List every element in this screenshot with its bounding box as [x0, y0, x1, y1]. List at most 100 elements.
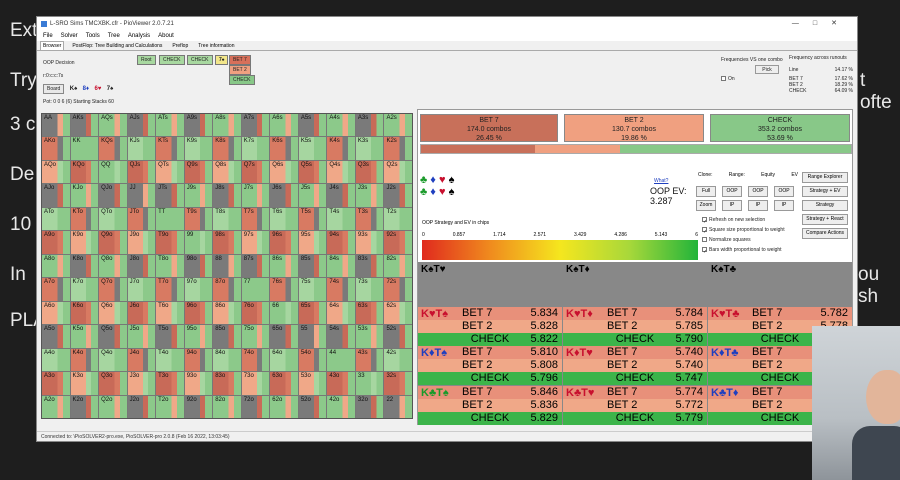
hand-cell[interactable]: 55: [298, 325, 327, 348]
hand-cell[interactable]: K3o: [70, 372, 99, 395]
heart-suit-icon[interactable]: ♥: [439, 186, 446, 198]
range-oop-button[interactable]: OOP: [722, 186, 742, 197]
hand-cell[interactable]: 52o: [298, 395, 327, 418]
hand-cell[interactable]: AJo: [42, 184, 70, 207]
strategy-ev-button[interactable]: Strategy + EV: [802, 186, 848, 197]
hand-cell[interactable]: 54o: [298, 348, 327, 372]
hand-cell[interactable]: Q4o: [99, 348, 127, 372]
hand-cell[interactable]: Q3s: [355, 160, 384, 184]
hand-cell[interactable]: K2s: [384, 137, 412, 160]
hand-cell[interactable]: JTs: [156, 184, 184, 207]
hand-cell[interactable]: J9o: [127, 231, 156, 254]
spade-suit-icon[interactable]: ♠: [449, 186, 455, 198]
hand-cell[interactable]: A6o: [42, 301, 70, 325]
hand-cell[interactable]: Q5s: [298, 160, 327, 184]
hand-cell[interactable]: 97o: [184, 278, 213, 301]
hand-cell[interactable]: 74o: [241, 348, 270, 372]
hand-cell[interactable]: QJo: [99, 184, 127, 207]
hand-cell[interactable]: 92s: [384, 231, 412, 254]
hand-cell[interactable]: J2o: [127, 395, 156, 418]
hand-cell[interactable]: T8o: [156, 254, 184, 278]
hand-cell[interactable]: T2s: [384, 207, 412, 231]
hand-cell[interactable]: 53o: [298, 372, 327, 395]
tab-postflop[interactable]: PostFlop: Tree Building and Calculations: [70, 42, 164, 50]
hand-cell[interactable]: KTs: [156, 137, 184, 160]
hand-cell[interactable]: K9s: [184, 137, 213, 160]
hand-cell[interactable]: A7s: [241, 114, 270, 137]
hand-cell[interactable]: AA: [42, 114, 70, 137]
hand-cell[interactable]: 83o: [213, 372, 241, 395]
strategy-react-button[interactable]: Strategy + React: [802, 214, 848, 225]
hand-cell[interactable]: 95s: [298, 231, 327, 254]
hand-cell[interactable]: J5s: [298, 184, 327, 207]
hand-cell[interactable]: 97s: [241, 231, 270, 254]
hand-cell[interactable]: A3s: [355, 114, 384, 137]
hand-cell[interactable]: KJs: [127, 137, 156, 160]
tab-preflop[interactable]: Preflop: [170, 42, 190, 50]
hand-cell[interactable]: 94s: [327, 231, 355, 254]
hand-cell[interactable]: QTo: [99, 207, 127, 231]
hand-cell[interactable]: A9o: [42, 231, 70, 254]
runout-header[interactable]: K♠T♣: [708, 262, 852, 306]
hand-cell[interactable]: 72s: [384, 278, 412, 301]
hand-cell[interactable]: 94o: [184, 348, 213, 372]
hand-cell[interactable]: T9s: [184, 207, 213, 231]
hand-cell[interactable]: K6s: [270, 137, 298, 160]
hand-cell[interactable]: A8s: [213, 114, 241, 137]
hand-cell[interactable]: 82o: [213, 395, 241, 418]
hand-cell[interactable]: 84o: [213, 348, 241, 372]
hand-cell[interactable]: 93s: [355, 231, 384, 254]
hand-cell[interactable]: 66: [270, 301, 298, 325]
hand-cell[interactable]: 76o: [241, 301, 270, 325]
hand-cell[interactable]: K7s: [241, 137, 270, 160]
hand-cell[interactable]: 65o: [270, 325, 298, 348]
hand-cell[interactable]: K3s: [355, 137, 384, 160]
hand-cell[interactable]: AJs: [127, 114, 156, 137]
hand-cell[interactable]: T3o: [156, 372, 184, 395]
hand-cell[interactable]: 95o: [184, 325, 213, 348]
path-turn-card[interactable]: 7♠: [215, 55, 229, 65]
hand-cell[interactable]: Q7o: [99, 278, 127, 301]
square-size-checkbox[interactable]: ✓ Square size proportional to weight: [702, 226, 785, 235]
board-button[interactable]: Board: [43, 84, 65, 94]
hand-cell[interactable]: J6o: [127, 301, 156, 325]
hand-cell[interactable]: 32s: [384, 372, 412, 395]
hand-cell[interactable]: J7s: [241, 184, 270, 207]
club-suit-icon[interactable]: ♣: [420, 186, 427, 198]
hand-cell[interactable]: Q3o: [99, 372, 127, 395]
hand-cell[interactable]: J8o: [127, 254, 156, 278]
hand-cell[interactable]: Q6s: [270, 160, 298, 184]
hand-cell[interactable]: 62s: [384, 301, 412, 325]
hand-cell[interactable]: 77: [241, 278, 270, 301]
heart-suit-icon[interactable]: ♥: [439, 174, 446, 186]
hand-cell[interactable]: 76s: [270, 278, 298, 301]
hand-cell[interactable]: A8o: [42, 254, 70, 278]
hand-cell[interactable]: 98o: [184, 254, 213, 278]
hand-cell[interactable]: 86o: [213, 301, 241, 325]
hand-cell[interactable]: 85o: [213, 325, 241, 348]
hand-cell[interactable]: KQs: [99, 137, 127, 160]
hand-cell[interactable]: AQs: [99, 114, 127, 137]
hand-cell[interactable]: Q8s: [213, 160, 241, 184]
runout-header[interactable]: K♠T♥: [418, 262, 562, 306]
hand-cell[interactable]: J4o: [127, 348, 156, 372]
hand-cell[interactable]: 22: [384, 395, 412, 418]
runout-cell[interactable]: BET 7 5.810 BET 2 5.808 CHECK 5.796 K♦T♠: [418, 346, 562, 386]
hand-cell[interactable]: J3o: [127, 372, 156, 395]
hand-cell[interactable]: 87s: [241, 254, 270, 278]
hand-cell[interactable]: 43s: [355, 348, 384, 372]
hand-cell[interactable]: J8s: [213, 184, 241, 207]
menu-about[interactable]: About: [158, 33, 174, 39]
refresh-checkbox[interactable]: ✓ Refresh on new selection: [702, 216, 765, 225]
hand-cell[interactable]: A5s: [298, 114, 327, 137]
maximize-icon[interactable]: □: [813, 20, 831, 27]
hand-cell[interactable]: T4o: [156, 348, 184, 372]
strategy-bar-bet7[interactable]: BET 7 174.0 combos 26.45 %: [420, 114, 558, 142]
hand-cell[interactable]: Q6o: [99, 301, 127, 325]
runout-cell[interactable]: BET 7 5.834 BET 2 5.828 CHECK 5.822 K♥T♠: [418, 307, 562, 346]
hand-cell[interactable]: 62o: [270, 395, 298, 418]
hand-cell[interactable]: K5s: [298, 137, 327, 160]
hand-cell[interactable]: K7o: [70, 278, 99, 301]
tab-browser[interactable]: Browser: [40, 41, 65, 50]
hand-cell[interactable]: 53s: [355, 325, 384, 348]
